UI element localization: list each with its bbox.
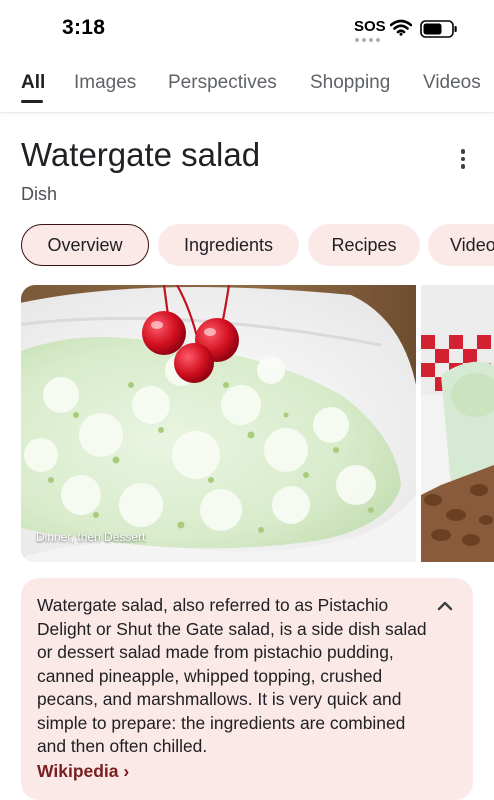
source-link-label: Wikipedia (37, 761, 119, 781)
entity-type: Dish (21, 184, 58, 204)
dish-image-main[interactable] (21, 285, 416, 562)
watergate-salad-photo-2 (421, 285, 494, 562)
tab-perspectives[interactable]: Perspectives (168, 72, 277, 94)
sos-indicator: SOS (354, 18, 386, 35)
watergate-salad-photo (21, 285, 416, 562)
tab-images[interactable]: Images (74, 72, 136, 94)
tab-all[interactable]: All (21, 72, 45, 94)
chip-recipes[interactable]: Recipes (308, 224, 420, 266)
chevron-right-icon: › (123, 761, 130, 781)
description-text: Watergate salad, also referred to as Pis… (37, 595, 427, 756)
tab-shopping[interactable]: Shopping (310, 72, 390, 94)
active-tab-indicator (21, 100, 43, 103)
status-bar: 3:18 SOS (0, 0, 494, 56)
signal-dots-icon (355, 38, 380, 42)
tab-videos[interactable]: Videos (423, 72, 481, 94)
chip-ingredients[interactable]: Ingredients (158, 224, 299, 266)
chevron-up-icon[interactable] (433, 594, 457, 618)
source-link-wikipedia[interactable]: Wikipedia › (37, 761, 129, 782)
search-tabs: All Images Perspectives Shopping Videos (0, 60, 494, 113)
more-vert-icon[interactable] (448, 144, 478, 174)
battery-icon (420, 20, 457, 38)
page-title: Watergate salad (21, 136, 261, 173)
chip-overview[interactable]: Overview (21, 224, 149, 266)
filter-chips: Overview Ingredients Recipes Videos (21, 224, 494, 266)
wifi-icon (390, 19, 412, 36)
image-source-caption: Dinner, then Dessert (36, 530, 146, 544)
status-time: 3:18 (62, 16, 106, 39)
chip-videos[interactable]: Videos (428, 224, 494, 266)
description-card: Watergate salad, also referred to as Pis… (21, 578, 473, 800)
dish-image-second[interactable] (421, 285, 494, 562)
